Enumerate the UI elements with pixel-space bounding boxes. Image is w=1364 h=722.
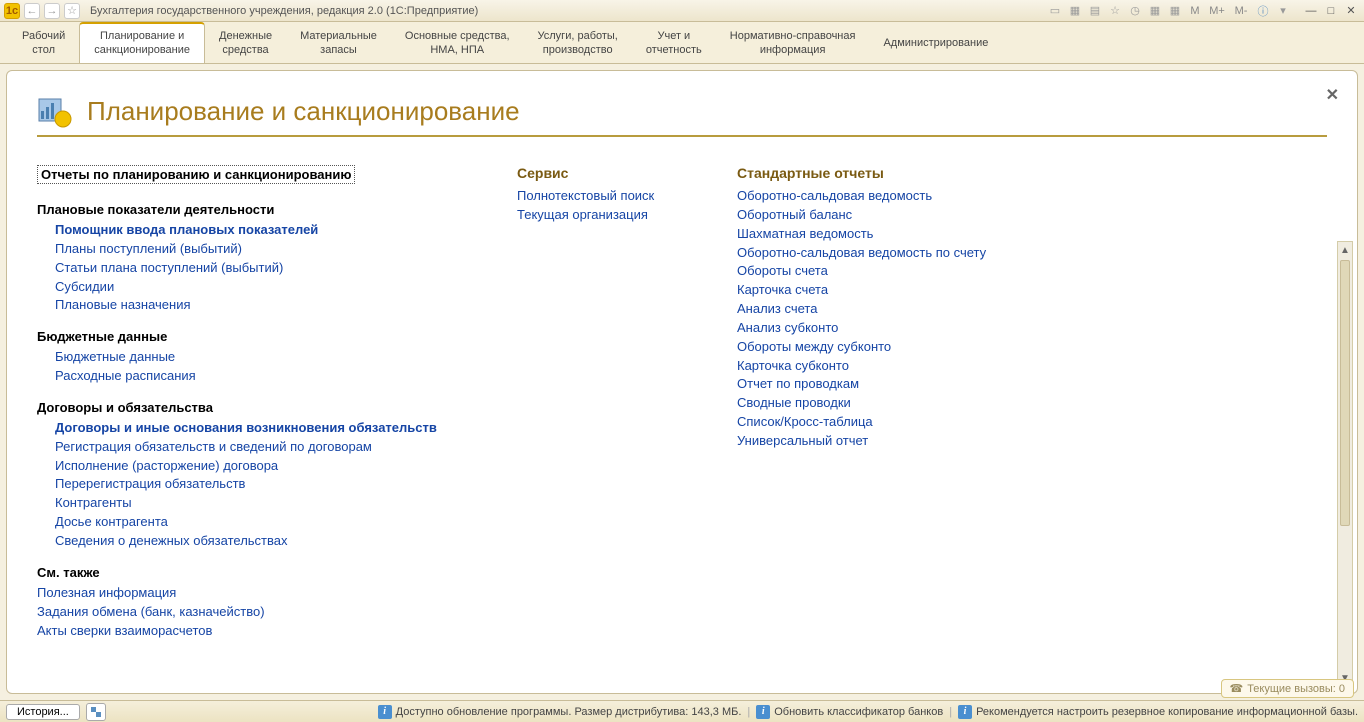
section-plan-indicators: Плановые показатели деятельности bbox=[37, 202, 457, 217]
link-plan-assignments[interactable]: Плановые назначения bbox=[55, 296, 457, 315]
info-icon: i bbox=[378, 705, 392, 719]
column-main: Отчеты по планированию и санкционировани… bbox=[37, 165, 457, 663]
status-text-banks: Обновить классификатор банков bbox=[774, 706, 943, 718]
history-button[interactable]: История... bbox=[6, 704, 80, 720]
link-universal-report[interactable]: Универсальный отчет bbox=[737, 432, 1327, 451]
scroll-thumb[interactable] bbox=[1340, 260, 1350, 526]
link-posting-report[interactable]: Отчет по проводкам bbox=[737, 375, 1327, 394]
main-nav: Рабочийстол Планирование исанкционирован… bbox=[0, 22, 1364, 64]
calls-label: Текущие вызовы: 0 bbox=[1247, 683, 1345, 695]
panel-close-button[interactable]: ✕ bbox=[1326, 85, 1339, 105]
dropdown-icon[interactable]: ▾ bbox=[1274, 3, 1292, 19]
link-money-obligations[interactable]: Сведения о денежных обязательствах bbox=[55, 532, 457, 551]
page-header: Планирование и санкционирование bbox=[37, 93, 1327, 137]
link-turnover-balance2[interactable]: Оборотный баланс bbox=[737, 206, 1327, 225]
m-plus-button[interactable]: M+ bbox=[1206, 3, 1228, 19]
link-list-cross-table[interactable]: Список/Кросс-таблица bbox=[737, 413, 1327, 432]
phone-icon: ☎ bbox=[1230, 682, 1244, 695]
main-panel: ✕ Планирование и санкционирование Отчеты… bbox=[6, 70, 1358, 694]
link-subconto-analysis[interactable]: Анализ субконто bbox=[737, 319, 1327, 338]
link-summary-postings[interactable]: Сводные проводки bbox=[737, 394, 1327, 413]
planning-icon bbox=[37, 93, 73, 129]
page-title: Планирование и санкционирование bbox=[87, 96, 520, 127]
status-text-backup: Рекомендуется настроить резервное копиро… bbox=[976, 706, 1358, 718]
nav-tab-admin[interactable]: Администрирование bbox=[869, 22, 1002, 63]
link-chess-sheet[interactable]: Шахматная ведомость bbox=[737, 225, 1327, 244]
back-icon[interactable]: ← bbox=[24, 3, 40, 19]
workspace: ✕ Планирование и санкционирование Отчеты… bbox=[0, 64, 1364, 700]
link-useful-info[interactable]: Полезная информация bbox=[37, 584, 457, 603]
link-plan-helper[interactable]: Помощник ввода плановых показателей bbox=[55, 221, 457, 240]
link-counterparty-dossier[interactable]: Досье контрагента bbox=[55, 513, 457, 532]
link-turnover-by-account[interactable]: Оборотно-сальдовая ведомость по счету bbox=[737, 244, 1327, 263]
logo-1c-icon: 1c bbox=[4, 3, 20, 19]
toolbar-icon-1[interactable]: ▭ bbox=[1046, 3, 1064, 19]
section-see-also: См. также bbox=[37, 565, 457, 580]
heading-standard-reports: Стандартные отчеты bbox=[737, 165, 1327, 181]
status-info-update[interactable]: i Доступно обновление программы. Размер … bbox=[378, 705, 742, 719]
link-counterparties[interactable]: Контрагенты bbox=[55, 494, 457, 513]
nav-tab-services[interactable]: Услуги, работы,производство bbox=[524, 22, 632, 63]
toolbar-calc-icon[interactable]: ▦ bbox=[1146, 3, 1164, 19]
status-text-update: Доступно обновление программы. Размер ди… bbox=[396, 706, 742, 718]
link-subconto-card[interactable]: Карточка субконто bbox=[737, 357, 1327, 376]
link-fulltext-search[interactable]: Полнотекстовый поиск bbox=[517, 187, 677, 206]
link-current-org[interactable]: Текущая организация bbox=[517, 206, 677, 225]
nav-tab-planning[interactable]: Планирование исанкционирование bbox=[79, 22, 205, 63]
link-plan-articles[interactable]: Статьи плана поступлений (выбытий) bbox=[55, 259, 457, 278]
link-subsidies[interactable]: Субсидии bbox=[55, 278, 457, 297]
statusbar: История... i Доступно обновление програм… bbox=[0, 700, 1364, 722]
titlebar: 1c ← → ☆ Бухгалтерия государственного уч… bbox=[0, 0, 1364, 22]
info-icon[interactable]: ⓘ bbox=[1254, 3, 1272, 19]
toolbar-icon-2[interactable]: ▦ bbox=[1066, 3, 1084, 19]
link-account-card[interactable]: Карточка счета bbox=[737, 281, 1327, 300]
current-calls-bubble: ☎ Текущие вызовы: 0 bbox=[1221, 679, 1355, 698]
link-reconciliation-acts[interactable]: Акты сверки взаиморасчетов bbox=[37, 622, 457, 641]
heading-service: Сервис bbox=[517, 165, 677, 181]
nav-tab-reference[interactable]: Нормативно-справочнаяинформация bbox=[716, 22, 870, 63]
section-contracts: Договоры и обязательства bbox=[37, 400, 457, 415]
toolbar-clock-icon[interactable]: ◷ bbox=[1126, 3, 1144, 19]
column-service: Сервис Полнотекстовый поиск Текущая орга… bbox=[517, 165, 677, 663]
info-icon: i bbox=[756, 705, 770, 719]
status-info-backup[interactable]: i Рекомендуется настроить резервное копи… bbox=[958, 705, 1358, 719]
favorite-icon[interactable]: ☆ bbox=[64, 3, 80, 19]
windows-list-button[interactable] bbox=[86, 703, 106, 721]
toolbar-icon-3[interactable]: ▤ bbox=[1086, 3, 1104, 19]
toolbar-star-icon[interactable]: ☆ bbox=[1106, 3, 1124, 19]
nav-tab-money[interactable]: Денежныесредства bbox=[205, 22, 286, 63]
link-turnovers-between-subconto[interactable]: Обороты между субконто bbox=[737, 338, 1327, 357]
toolbar-calendar-icon[interactable]: ▦ bbox=[1166, 3, 1184, 19]
link-expense-schedule[interactable]: Расходные расписания bbox=[55, 367, 457, 386]
maximize-button[interactable]: □ bbox=[1322, 3, 1340, 19]
minimize-button[interactable]: — bbox=[1302, 3, 1320, 19]
close-window-button[interactable]: ✕ bbox=[1342, 3, 1360, 19]
m-minus-button[interactable]: M- bbox=[1230, 3, 1252, 19]
column-reports: Стандартные отчеты Оборотно-сальдовая ве… bbox=[737, 165, 1327, 663]
link-account-analysis[interactable]: Анализ счета bbox=[737, 300, 1327, 319]
vertical-scrollbar[interactable]: ▲ ▼ bbox=[1337, 241, 1353, 687]
link-account-turnovers[interactable]: Обороты счета bbox=[737, 262, 1327, 281]
window-title: Бухгалтерия государственного учреждения,… bbox=[90, 5, 478, 17]
reports-planning-link[interactable]: Отчеты по планированию и санкционировани… bbox=[37, 165, 355, 184]
info-icon: i bbox=[958, 705, 972, 719]
link-income-plans[interactable]: Планы поступлений (выбытий) bbox=[55, 240, 457, 259]
link-register-obligations[interactable]: Регистрация обязательств и сведений по д… bbox=[55, 438, 457, 457]
link-reregister-obligations[interactable]: Перерегистрация обязательств bbox=[55, 475, 457, 494]
status-info-banks[interactable]: i Обновить классификатор банков bbox=[756, 705, 943, 719]
link-contracts-basis[interactable]: Договоры и иные основания возникновения … bbox=[55, 419, 457, 438]
m-button[interactable]: M bbox=[1186, 3, 1204, 19]
link-budget-data[interactable]: Бюджетные данные bbox=[55, 348, 457, 367]
nav-tab-desktop[interactable]: Рабочийстол bbox=[8, 22, 79, 63]
link-turnover-balance[interactable]: Оборотно-сальдовая ведомость bbox=[737, 187, 1327, 206]
link-contract-execution[interactable]: Исполнение (расторжение) договора bbox=[55, 457, 457, 476]
link-exchange-tasks[interactable]: Задания обмена (банк, казначейство) bbox=[37, 603, 457, 622]
nav-tab-assets[interactable]: Основные средства,НМА, НПА bbox=[391, 22, 524, 63]
nav-tab-accounting[interactable]: Учет иотчетность bbox=[632, 22, 716, 63]
scroll-up-icon[interactable]: ▲ bbox=[1338, 242, 1352, 258]
forward-icon[interactable]: → bbox=[44, 3, 60, 19]
section-budget-data: Бюджетные данные bbox=[37, 329, 457, 344]
nav-tab-materials[interactable]: Материальныезапасы bbox=[286, 22, 391, 63]
